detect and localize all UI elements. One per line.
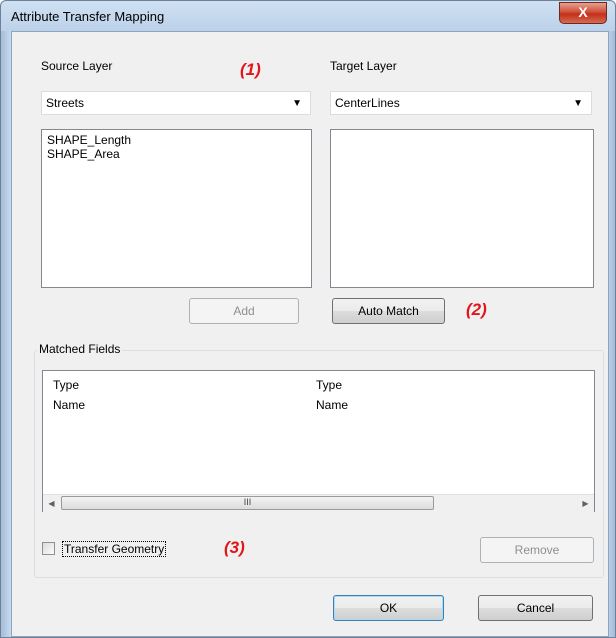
matched-row-target[interactable]: Name <box>316 395 348 415</box>
annotation-2: (2) <box>466 300 487 319</box>
window-border-left <box>1 31 11 637</box>
target-layer-label: Target Layer <box>330 59 397 73</box>
scroll-left-icon[interactable]: ◀ <box>43 495 60 512</box>
scroll-right-icon[interactable]: ▶ <box>577 495 594 512</box>
target-fields-list[interactable] <box>330 129 594 288</box>
source-layer-dropdown[interactable]: Streets ▼ <box>41 91 311 115</box>
matched-fields-title: Matched Fields <box>37 342 123 356</box>
matched-fields-list[interactable]: Type Name Type Name ◀ III ▶ <box>42 370 595 512</box>
target-layer-value: CenterLines <box>335 96 400 110</box>
source-layer-value: Streets <box>46 96 85 110</box>
chevron-down-icon: ▼ <box>292 98 302 109</box>
dialog-window: Attribute Transfer Mapping X Source Laye… <box>0 0 616 638</box>
matched-target-column: Type Name <box>316 375 348 415</box>
close-button[interactable]: X <box>559 2 607 24</box>
ok-button[interactable]: OK <box>333 595 444 621</box>
cancel-button[interactable]: Cancel <box>478 595 593 621</box>
source-layer-label: Source Layer <box>41 59 113 73</box>
close-icon: X <box>578 4 588 20</box>
target-layer-dropdown[interactable]: CenterLines ▼ <box>330 91 592 115</box>
source-fields-list[interactable]: SHAPE_Length SHAPE_Area <box>41 129 312 288</box>
transfer-geometry-checkbox[interactable] <box>42 542 55 555</box>
annotation-1: (1) <box>240 60 261 79</box>
add-button[interactable]: Add <box>189 298 299 324</box>
annotation-3: (3) <box>224 538 245 557</box>
matched-source-column: Type Name <box>53 375 85 415</box>
horizontal-scrollbar[interactable]: ◀ III ▶ <box>43 494 594 512</box>
matched-row-target[interactable]: Type <box>316 375 348 395</box>
matched-row-source[interactable]: Name <box>53 395 85 415</box>
scrollbar-thumb[interactable]: III <box>61 496 434 510</box>
chevron-down-icon: ▼ <box>573 98 583 109</box>
list-item[interactable]: SHAPE_Length <box>47 133 306 147</box>
window-title: Attribute Transfer Mapping <box>11 9 165 24</box>
list-item[interactable]: SHAPE_Area <box>47 147 306 161</box>
matched-row-source[interactable]: Type <box>53 375 85 395</box>
remove-button[interactable]: Remove <box>480 537 594 563</box>
dialog-client-area: Source Layer (1) Target Layer Streets ▼ … <box>11 31 609 637</box>
transfer-geometry-label[interactable]: Transfer Geometry <box>62 541 167 557</box>
auto-match-button[interactable]: Auto Match <box>332 298 445 324</box>
